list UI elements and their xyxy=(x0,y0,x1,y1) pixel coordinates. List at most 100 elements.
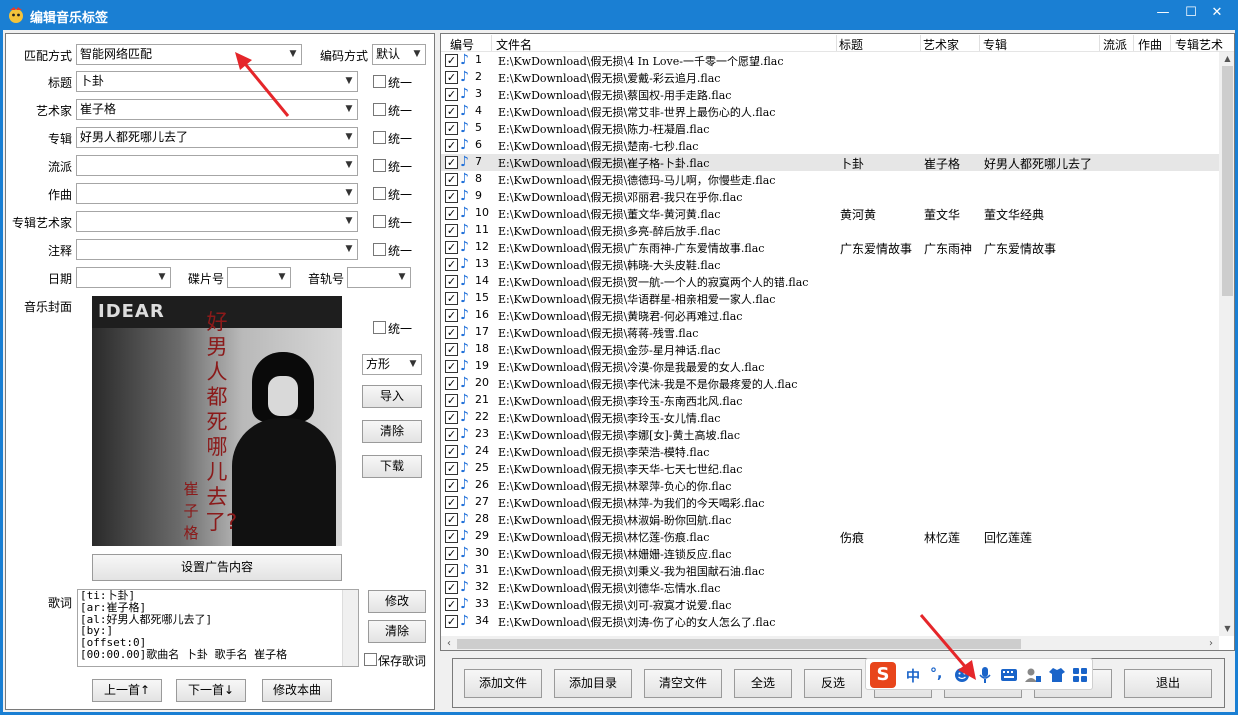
disc-field[interactable]: ▼ xyxy=(227,267,291,288)
col-composer-header[interactable]: 作曲 xyxy=(1138,36,1162,53)
comment-field[interactable]: ▼ xyxy=(76,239,358,260)
row-checkbox[interactable]: ✓ xyxy=(445,122,458,135)
table-row[interactable]: ✓ ♪ 26 E:\KwDownload\假无损\林翠萍-负心的你.flac xyxy=(441,477,1219,494)
cover-unify-checkbox[interactable] xyxy=(373,321,386,334)
add-folder-button[interactable]: 添加目录 xyxy=(554,669,632,698)
table-row[interactable]: ✓ ♪ 15 E:\KwDownload\假无损\华语群星-相亲相爱一家人.flac xyxy=(441,290,1219,307)
table-row[interactable]: ✓ ♪ 27 E:\KwDownload\假无损\林萍-为我们的今天喝彩.flac xyxy=(441,494,1219,511)
cover-shape-select[interactable]: 方形 ▼ xyxy=(362,354,422,375)
table-row[interactable]: ✓ ♪ 17 E:\KwDownload\假无损\蒋蒋-残雪.flac xyxy=(441,324,1219,341)
clear-files-button[interactable]: 清空文件 xyxy=(644,669,722,698)
col-artist-header[interactable]: 艺术家 xyxy=(923,36,959,53)
table-row[interactable]: ✓ ♪ 18 E:\KwDownload\假无损\金莎-星月神话.flac xyxy=(441,341,1219,358)
row-checkbox[interactable]: ✓ xyxy=(445,462,458,475)
user-icon[interactable] xyxy=(1024,667,1042,683)
next-track-button[interactable]: 下一首↓ xyxy=(176,679,246,702)
table-row[interactable]: ✓ ♪ 8 E:\KwDownload\假无损\德德玛-马儿啊，你慢些走.flac xyxy=(441,171,1219,188)
col-num-header[interactable]: 编号 xyxy=(450,36,474,53)
row-checkbox[interactable]: ✓ xyxy=(445,377,458,390)
table-row[interactable]: ✓ ♪ 22 E:\KwDownload\假无损\李玲玉-女儿情.flac xyxy=(441,409,1219,426)
row-checkbox[interactable]: ✓ xyxy=(445,343,458,356)
col-file-header[interactable]: 文件名 xyxy=(496,36,532,53)
row-checkbox[interactable]: ✓ xyxy=(445,224,458,237)
table-row[interactable]: ✓ ♪ 24 E:\KwDownload\假无损\李荣浩-模特.flac xyxy=(441,443,1219,460)
row-checkbox[interactable]: ✓ xyxy=(445,411,458,424)
scroll-down-icon[interactable]: ▼ xyxy=(1219,622,1234,636)
keyboard-icon[interactable] xyxy=(1000,667,1018,683)
row-checkbox[interactable]: ✓ xyxy=(445,496,458,509)
table-row[interactable]: ✓ ♪ 32 E:\KwDownload\假无损\刘德华-忘情水.flac xyxy=(441,579,1219,596)
table-row[interactable]: ✓ ♪ 28 E:\KwDownload\假无损\林淑娟-盼你回航.flac xyxy=(441,511,1219,528)
table-row[interactable]: ✓ ♪ 19 E:\KwDownload\假无损\冷漠-你是我最爱的女人.flac xyxy=(441,358,1219,375)
table-row[interactable]: ✓ ♪ 1 E:\KwDownload\假无损\4 In Love-一千零一个愿望.f… xyxy=(441,52,1219,69)
cover-clear-button[interactable]: 清除 xyxy=(362,420,422,443)
encoding-select[interactable]: 默认 ▼ xyxy=(372,44,426,65)
ad-content-button[interactable]: 设置广告内容 xyxy=(92,554,342,581)
row-checkbox[interactable]: ✓ xyxy=(445,88,458,101)
sogou-logo-icon[interactable]: S xyxy=(870,662,896,688)
row-checkbox[interactable]: ✓ xyxy=(445,54,458,67)
row-checkbox[interactable]: ✓ xyxy=(445,292,458,305)
row-checkbox[interactable]: ✓ xyxy=(445,326,458,339)
lyrics-textarea[interactable]: [ti:卜卦] [ar:崔子格] [al:好男人都死哪儿去了] [by:] [o… xyxy=(77,589,359,667)
row-checkbox[interactable]: ✓ xyxy=(445,190,458,203)
album-artist-field[interactable]: ▼ xyxy=(76,211,358,232)
col-album-artist-header[interactable]: 专辑艺术 xyxy=(1175,36,1223,53)
cover-download-button[interactable]: 下载 xyxy=(362,455,422,478)
maximize-button[interactable]: ☐ xyxy=(1180,4,1202,22)
date-field[interactable]: ▼ xyxy=(76,267,171,288)
table-row[interactable]: ✓ ♪ 13 E:\KwDownload\假无损\韩晓-大头皮鞋.flac xyxy=(441,256,1219,273)
row-checkbox[interactable]: ✓ xyxy=(445,139,458,152)
row-checkbox[interactable]: ✓ xyxy=(445,581,458,594)
row-checkbox[interactable]: ✓ xyxy=(445,530,458,543)
table-row[interactable]: ✓ ♪ 6 E:\KwDownload\假无损\楚南-七秒.flac xyxy=(441,137,1219,154)
modify-this-track-button[interactable]: 修改本曲 xyxy=(262,679,332,702)
row-checkbox[interactable]: ✓ xyxy=(445,445,458,458)
table-row[interactable]: ✓ ♪ 33 E:\KwDownload\假无损\刘可-寂寞才说爱.flac xyxy=(441,596,1219,613)
row-checkbox[interactable]: ✓ xyxy=(445,598,458,611)
table-row[interactable]: ✓ ♪ 3 E:\KwDownload\假无损\蔡国权-用手走路.flac xyxy=(441,86,1219,103)
cover-import-button[interactable]: 导入 xyxy=(362,385,422,408)
table-row[interactable]: ✓ ♪ 9 E:\KwDownload\假无损\邓丽君-我只在乎你.flac xyxy=(441,188,1219,205)
table-row[interactable]: ✓ ♪ 11 E:\KwDownload\假无损\多亮-醉后放手.flac xyxy=(441,222,1219,239)
exit-button[interactable]: 退出 xyxy=(1124,669,1212,698)
table-row[interactable]: ✓ ♪ 21 E:\KwDownload\假无损\李玲玉-东南西北风.flac xyxy=(441,392,1219,409)
table-row[interactable]: ✓ ♪ 31 E:\KwDownload\假无损\刘秉义-我为祖国献石油.flac xyxy=(441,562,1219,579)
row-checkbox[interactable]: ✓ xyxy=(445,71,458,84)
table-row[interactable]: ✓ ♪ 25 E:\KwDownload\假无损\李天华-七天七世纪.flac xyxy=(441,460,1219,477)
scroll-right-icon[interactable]: › xyxy=(1203,636,1219,650)
table-row[interactable]: ✓ ♪ 7 E:\KwDownload\假无损\崔子格-卜卦.flac 卜卦 崔子格 好男人… xyxy=(441,154,1219,171)
add-file-button[interactable]: 添加文件 xyxy=(464,669,542,698)
row-checkbox[interactable]: ✓ xyxy=(445,479,458,492)
col-title-header[interactable]: 标题 xyxy=(839,36,863,53)
album-field[interactable]: 好男人都死哪儿去了 ▼ xyxy=(76,127,358,148)
col-album-header[interactable]: 专辑 xyxy=(983,36,1007,53)
table-row[interactable]: ✓ ♪ 30 E:\KwDownload\假无损\林姗姗-连锁反应.flac xyxy=(441,545,1219,562)
scroll-up-icon[interactable]: ▲ xyxy=(1219,52,1234,66)
artist-field[interactable]: 崔子格 ▼ xyxy=(76,99,358,120)
table-row[interactable]: ✓ ♪ 16 E:\KwDownload\假无损\黄晓君-何必再难过.flac xyxy=(441,307,1219,324)
scroll-left-icon[interactable]: ‹ xyxy=(441,636,457,650)
col-genre-header[interactable]: 流派 xyxy=(1103,36,1127,53)
select-all-button[interactable]: 全选 xyxy=(734,669,792,698)
composer-field[interactable]: ▼ xyxy=(76,183,358,204)
table-row[interactable]: ✓ ♪ 2 E:\KwDownload\假无损\爱戴-彩云追月.flac xyxy=(441,69,1219,86)
comment-unify-checkbox[interactable] xyxy=(373,243,386,256)
row-checkbox[interactable]: ✓ xyxy=(445,428,458,441)
toolbox-grid-icon[interactable] xyxy=(1072,667,1088,683)
table-row[interactable]: ✓ ♪ 29 E:\KwDownload\假无损\林忆莲-伤痕.flac 伤痕 林忆莲 回忆… xyxy=(441,528,1219,545)
table-row[interactable]: ✓ ♪ 23 E:\KwDownload\假无损\李娜[女]-黄土高坡.flac xyxy=(441,426,1219,443)
lyrics-modify-button[interactable]: 修改 xyxy=(368,590,426,613)
row-checkbox[interactable]: ✓ xyxy=(445,564,458,577)
table-row[interactable]: ✓ ♪ 5 E:\KwDownload\假无损\陈力-枉凝眉.flac xyxy=(441,120,1219,137)
title-unify-checkbox[interactable] xyxy=(373,75,386,88)
genre-field[interactable]: ▼ xyxy=(76,155,358,176)
row-checkbox[interactable]: ✓ xyxy=(445,105,458,118)
lyrics-clear-button[interactable]: 清除 xyxy=(368,620,426,643)
row-checkbox[interactable]: ✓ xyxy=(445,156,458,169)
file-list-horizontal-scrollbar[interactable]: ‹ › xyxy=(441,636,1219,650)
table-row[interactable]: ✓ ♪ 4 E:\KwDownload\假无损\常艾非-世界上最伤心的人.flac xyxy=(441,103,1219,120)
row-checkbox[interactable]: ✓ xyxy=(445,615,458,628)
track-field[interactable]: ▼ xyxy=(347,267,411,288)
prev-track-button[interactable]: 上一首↑ xyxy=(92,679,162,702)
